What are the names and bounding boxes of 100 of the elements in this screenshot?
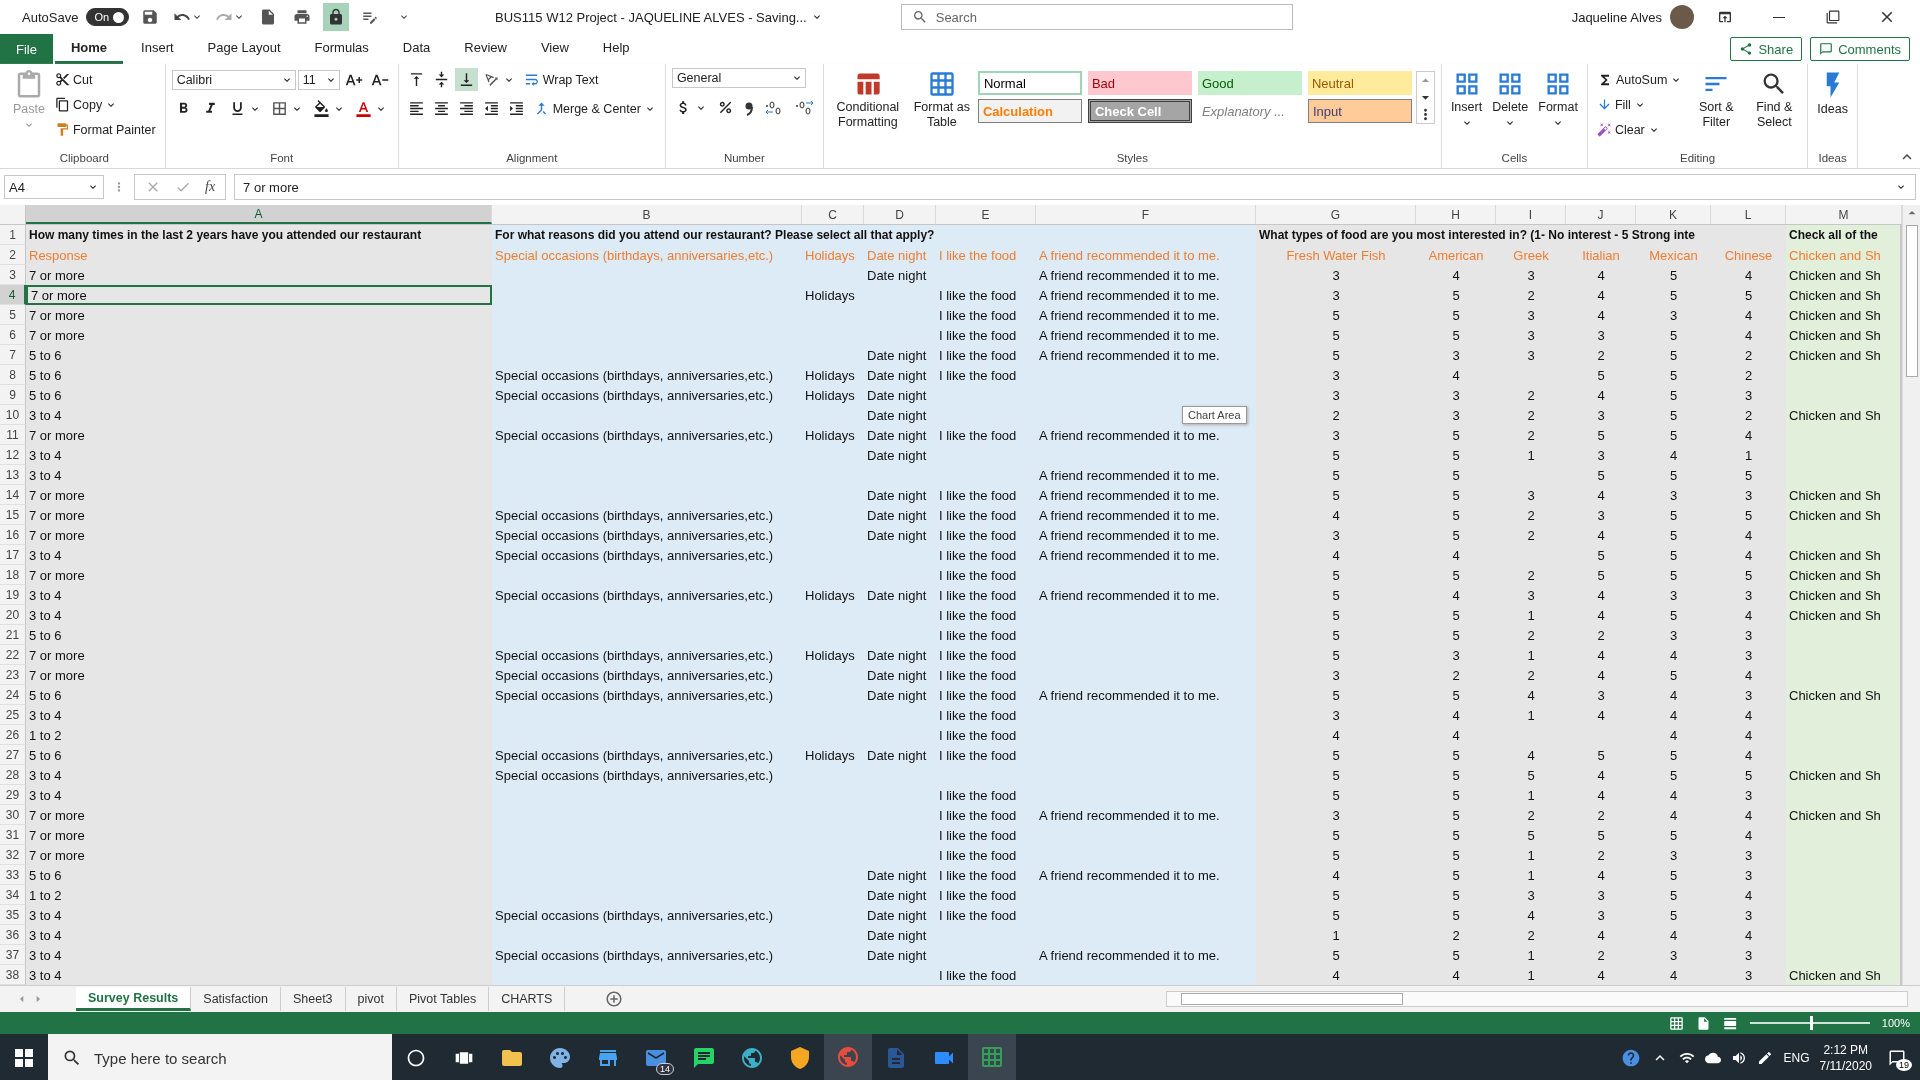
- row-number[interactable]: 10: [0, 405, 26, 425]
- sheet-tab[interactable]: Survey Results: [76, 987, 192, 1011]
- ribbon-tab[interactable]: Page Layout: [191, 34, 297, 64]
- row-number[interactable]: 35: [0, 905, 26, 925]
- wifi-icon[interactable]: [1679, 1050, 1696, 1066]
- row-number[interactable]: 38: [0, 965, 26, 985]
- row-number[interactable]: 30: [0, 805, 26, 825]
- bottom-align-button[interactable]: [454, 68, 478, 91]
- row-number[interactable]: 6: [0, 325, 26, 345]
- excel-button[interactable]: [968, 1034, 1016, 1080]
- sheet-tab[interactable]: pivot: [345, 987, 397, 1011]
- cell-style-option[interactable]: Bad: [1087, 71, 1192, 95]
- sheet-tab[interactable]: CHARTS: [489, 987, 566, 1011]
- speaker-icon[interactable]: [1731, 1050, 1748, 1066]
- ribbon-tab[interactable]: Help: [586, 34, 646, 64]
- normal-view-icon[interactable]: [1668, 1015, 1684, 1031]
- row-number[interactable]: 16: [0, 525, 26, 545]
- row-number[interactable]: 8: [0, 365, 26, 385]
- ribbon-tab[interactable]: Data: [386, 34, 447, 64]
- clock[interactable]: 2:12 PM 7/11/2020: [1819, 1042, 1872, 1074]
- language-indicator[interactable]: ENG: [1783, 1051, 1810, 1065]
- row-number[interactable]: 18: [0, 565, 26, 585]
- autosum-button[interactable]: AutoSum: [1593, 68, 1686, 91]
- row-number[interactable]: 12: [0, 445, 26, 465]
- row-number[interactable]: 27: [0, 745, 26, 765]
- row-number[interactable]: 20: [0, 605, 26, 625]
- sheet-tab[interactable]: Sheet3: [280, 987, 346, 1011]
- cell-style-option[interactable]: Explanatory ...: [1197, 99, 1302, 123]
- cell-style-option[interactable]: Good: [1197, 71, 1302, 95]
- row-number[interactable]: 36: [0, 925, 26, 945]
- comments-button[interactable]: Comments: [1810, 37, 1910, 61]
- cell-style-option[interactable]: Neutral: [1307, 71, 1412, 95]
- row-number[interactable]: 19: [0, 585, 26, 605]
- row-number[interactable]: 3: [0, 265, 26, 285]
- row-number[interactable]: 32: [0, 845, 26, 865]
- row-number[interactable]: 25: [0, 705, 26, 725]
- ribbon-tab[interactable]: Formulas: [298, 34, 385, 64]
- wrap-text-button[interactable]: Wrap Text: [519, 68, 602, 91]
- row-number[interactable]: 2: [0, 245, 26, 265]
- autosave-toggle[interactable]: On: [86, 8, 130, 26]
- name-box[interactable]: A4: [4, 175, 104, 199]
- row-number[interactable]: 5: [0, 305, 26, 325]
- column-header[interactable]: A: [26, 205, 492, 224]
- formula-field[interactable]: 7 or more: [234, 174, 1916, 200]
- sheet-tab[interactable]: Pivot Tables: [397, 987, 490, 1011]
- file-tab[interactable]: File: [0, 34, 53, 64]
- find-select-button[interactable]: Find & Select: [1747, 68, 1802, 132]
- row-number[interactable]: 14: [0, 485, 26, 505]
- format-as-table-button[interactable]: Format as Table: [909, 68, 974, 132]
- merge-center-button[interactable]: Merge & Center: [529, 97, 659, 120]
- help-icon[interactable]: [1621, 1048, 1642, 1068]
- scrollbar-thumb[interactable]: [1181, 993, 1403, 1005]
- copy-button[interactable]: Copy: [51, 93, 159, 116]
- row-number[interactable]: 31: [0, 825, 26, 845]
- cut-button[interactable]: Cut: [51, 68, 159, 91]
- conditional-formatting-button[interactable]: Conditional Formatting: [829, 68, 906, 132]
- vertical-scrollbar[interactable]: [1902, 205, 1920, 985]
- notification-button[interactable]: 19: [1882, 1043, 1912, 1073]
- cell-style-option[interactable]: Input: [1307, 99, 1412, 123]
- row-number[interactable]: 1: [0, 225, 26, 245]
- zoom-level[interactable]: 100%: [1881, 1017, 1910, 1029]
- horizontal-scrollbar[interactable]: [1166, 991, 1908, 1007]
- row-number[interactable]: 33: [0, 865, 26, 885]
- share-button[interactable]: Share: [1730, 37, 1803, 61]
- lock-button[interactable]: [323, 3, 350, 31]
- row-number[interactable]: 23: [0, 665, 26, 685]
- scrollbar-thumb[interactable]: [1905, 225, 1918, 377]
- row-number[interactable]: 17: [0, 545, 26, 565]
- clear-button[interactable]: Clear: [1593, 118, 1686, 141]
- cells-command-button[interactable]: Insert: [1447, 68, 1486, 131]
- font-name-field[interactable]: Calibri: [171, 69, 296, 90]
- sort-filter-button[interactable]: Sort & Filter: [1689, 68, 1744, 132]
- row-number[interactable]: 37: [0, 945, 26, 965]
- cloud-icon[interactable]: [1705, 1050, 1722, 1066]
- number-format-field[interactable]: General: [671, 68, 806, 88]
- search-field[interactable]: Search: [900, 4, 1293, 30]
- row-number[interactable]: 15: [0, 505, 26, 525]
- row-number[interactable]: 29: [0, 785, 26, 805]
- insert-function-button[interactable]: fx: [205, 179, 216, 195]
- ribbon-tab[interactable]: Review: [448, 34, 523, 64]
- font-size-field[interactable]: 11: [297, 69, 340, 90]
- user-avatar[interactable]: [1670, 5, 1694, 29]
- taskbar-search-field[interactable]: Type here to search: [48, 1034, 392, 1080]
- row-number[interactable]: 7: [0, 345, 26, 365]
- ribbon-tab[interactable]: Insert: [125, 34, 190, 64]
- row-number[interactable]: 22: [0, 645, 26, 665]
- add-sheet-icon[interactable]: [605, 990, 624, 1008]
- row-number[interactable]: 28: [0, 765, 26, 785]
- fill-button[interactable]: Fill: [1593, 93, 1686, 116]
- page-break-icon[interactable]: [1722, 1015, 1738, 1031]
- row-number[interactable]: 24: [0, 685, 26, 705]
- row-number[interactable]: 9: [0, 385, 26, 405]
- cells-command-button[interactable]: Delete: [1489, 68, 1532, 131]
- sheet-tab[interactable]: Satisfaction: [191, 987, 281, 1011]
- ideas-button[interactable]: Ideas: [1814, 68, 1851, 119]
- pen-icon[interactable]: [1757, 1050, 1774, 1066]
- row-number[interactable]: 26: [0, 725, 26, 745]
- row-number[interactable]: 13: [0, 465, 26, 485]
- cells-command-button[interactable]: Format: [1535, 68, 1581, 131]
- ribbon-tab[interactable]: View: [524, 34, 585, 64]
